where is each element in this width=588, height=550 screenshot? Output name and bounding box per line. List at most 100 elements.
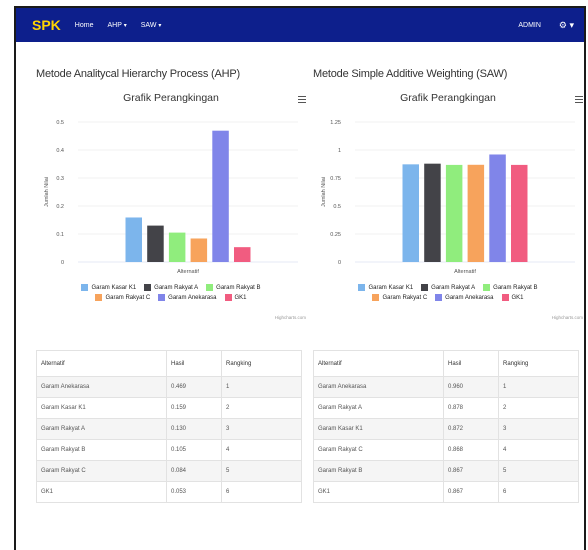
saw-chart-credit: Highcharts.com bbox=[551, 315, 583, 320]
nav-ahp-label: AHP bbox=[107, 21, 122, 29]
legend-label: Garam Rakyat A bbox=[154, 284, 199, 291]
legend-label: Garam Rakyat B bbox=[493, 284, 538, 291]
legend-label: Garam Anekarasa bbox=[445, 294, 494, 301]
cell-hasil: 0.960 bbox=[443, 376, 499, 398]
bar[interactable] bbox=[445, 164, 463, 262]
cell-hasil: 0.084 bbox=[166, 460, 222, 482]
col-rangking: Rangking bbox=[221, 350, 302, 377]
table-row: Garam Anekarasa 0.960 1 bbox=[313, 376, 579, 398]
bar[interactable] bbox=[511, 164, 528, 262]
caret-down-icon: ▾ bbox=[158, 22, 162, 29]
legend-item[interactable]: Garam Anekarasa bbox=[435, 294, 494, 301]
table-row: Garam Rakyat A 0.878 2 bbox=[313, 397, 579, 419]
cell-hasil: 0.159 bbox=[166, 397, 222, 419]
bar[interactable] bbox=[234, 247, 251, 262]
bar[interactable] bbox=[212, 130, 229, 262]
bar[interactable] bbox=[190, 238, 208, 262]
legend-swatch bbox=[95, 294, 103, 301]
x-axis-title: Alternatif bbox=[454, 269, 476, 275]
legend-swatch bbox=[158, 294, 166, 301]
y-tick-label: 0 bbox=[338, 260, 341, 266]
cell-alternatif: Garam Rakyat C bbox=[36, 460, 167, 482]
table-row: Garam Kasar K1 0.872 3 bbox=[313, 418, 579, 440]
legend-label: GK1 bbox=[234, 294, 247, 301]
cell-rangking: 4 bbox=[221, 439, 302, 461]
cell-rangking: 5 bbox=[498, 460, 579, 482]
legend-item[interactable]: Garam Rakyat A bbox=[421, 284, 475, 291]
cell-hasil: 0.878 bbox=[443, 397, 499, 419]
cell-rangking: 6 bbox=[221, 481, 302, 503]
cell-hasil: 0.868 bbox=[443, 439, 499, 461]
table-row: Garam Rakyat C 0.868 4 bbox=[313, 439, 579, 461]
bar[interactable] bbox=[168, 232, 186, 262]
col-hasil: Hasil bbox=[443, 350, 499, 377]
cell-rangking: 6 bbox=[498, 481, 579, 503]
legend-item[interactable]: Garam Rakyat B bbox=[206, 284, 261, 291]
nav-saw-dropdown[interactable]: SAW ▾ bbox=[141, 22, 162, 29]
bar[interactable] bbox=[147, 225, 164, 262]
table-row: Garam Kasar K1 0.159 2 bbox=[36, 397, 302, 419]
legend-label: GK1 bbox=[511, 294, 524, 301]
legend-row: Garam Kasar K1 Garam Rakyat A Garam Rakyat… bbox=[36, 284, 306, 291]
table-row: Garam Rakyat A 0.130 3 bbox=[36, 418, 302, 440]
legend-label: Garam Rakyat A bbox=[431, 284, 476, 291]
y-tick-label: 0.5 bbox=[333, 204, 341, 210]
bar[interactable] bbox=[467, 164, 485, 262]
legend-swatch bbox=[358, 284, 366, 291]
user-menu[interactable]: ADMIN bbox=[518, 22, 541, 29]
bar[interactable] bbox=[424, 163, 441, 262]
ahp-section-title: Metode Analitycal Hierarchy Process (AHP… bbox=[36, 68, 240, 80]
nav-home[interactable]: Home bbox=[75, 22, 94, 29]
legend-item[interactable]: Garam Anekarasa bbox=[158, 294, 217, 301]
legend-item[interactable]: Garam Rakyat C bbox=[372, 294, 427, 301]
legend-item[interactable]: GK1 bbox=[501, 294, 524, 301]
legend-swatch bbox=[483, 284, 491, 291]
app-frame: SPK Home AHP ▾ SAW ▾ ADMIN ⚙ ▾ Metode An… bbox=[14, 6, 586, 550]
y-tick-label: 0.75 bbox=[330, 176, 341, 182]
cell-hasil: 0.105 bbox=[166, 439, 222, 461]
legend-row: Garam Rakyat C Garam Anekarasa GK1 bbox=[36, 294, 306, 301]
saw-chart-legend: Garam Kasar K1 Garam Rakyat A Garam Rakyat… bbox=[313, 284, 583, 304]
cell-alternatif: Garam Rakyat B bbox=[313, 460, 444, 482]
ahp-chart-credit: Highcharts.com bbox=[274, 315, 306, 320]
nav-right: ADMIN ⚙ ▾ bbox=[518, 8, 574, 42]
cell-alternatif: Garam Rakyat C bbox=[313, 439, 444, 461]
legend-item[interactable]: Garam Kasar K1 bbox=[81, 284, 136, 291]
col-alternatif: Alternatif bbox=[313, 350, 444, 377]
ahp-panel: Metode Analitycal Hierarchy Process (AHP… bbox=[36, 68, 306, 503]
navbar: SPK Home AHP ▾ SAW ▾ ADMIN ⚙ ▾ bbox=[16, 8, 584, 42]
legend-label: Garam Rakyat C bbox=[105, 294, 151, 301]
table-header: Alternatif Hasil Rangking bbox=[313, 350, 579, 377]
legend-item[interactable]: GK1 bbox=[224, 294, 247, 301]
legend-item[interactable]: Garam Rakyat C bbox=[95, 294, 150, 301]
legend-label: Garam Rakyat C bbox=[382, 294, 428, 301]
cell-alternatif: Garam Kasar K1 bbox=[36, 397, 167, 419]
saw-chart-svg: 0 0.25 0.5 0.75 1 1.25 Jumlah Nilai Alternatif bbox=[321, 120, 575, 275]
caret-down-icon: ▾ bbox=[123, 22, 127, 29]
legend-label: Garam Kasar K1 bbox=[91, 284, 137, 291]
cell-hasil: 0.867 bbox=[443, 460, 499, 482]
cell-rangking: 5 bbox=[221, 460, 302, 482]
legend-item[interactable]: Garam Kasar K1 bbox=[358, 284, 413, 291]
nav-ahp-dropdown[interactable]: AHP ▾ bbox=[107, 22, 126, 29]
cell-alternatif: Garam Rakyat A bbox=[36, 418, 167, 440]
cell-hasil: 0.053 bbox=[166, 481, 222, 503]
cell-alternatif: Garam Rakyat B bbox=[36, 439, 167, 461]
table-row: Garam Anekarasa 0.469 1 bbox=[36, 376, 302, 398]
legend-row: Garam Rakyat C Garam Anekarasa GK1 bbox=[313, 294, 583, 301]
legend-item[interactable]: Garam Rakyat A bbox=[144, 284, 198, 291]
legend-swatch bbox=[81, 284, 89, 291]
bar[interactable] bbox=[402, 164, 420, 262]
bar[interactable] bbox=[489, 154, 506, 262]
y-tick-label: 0.4 bbox=[56, 148, 64, 154]
brand-logo[interactable]: SPK bbox=[32, 17, 61, 33]
cell-alternatif: Garam Anekarasa bbox=[36, 376, 167, 398]
cell-rangking: 1 bbox=[221, 376, 302, 398]
nav-saw-label: SAW bbox=[140, 21, 157, 29]
gear-icon[interactable]: ⚙ ▾ bbox=[559, 20, 574, 31]
cell-rangking: 2 bbox=[221, 397, 302, 419]
legend-item[interactable]: Garam Rakyat B bbox=[483, 284, 538, 291]
legend-swatch bbox=[421, 284, 429, 291]
table-row: Garam Rakyat C 0.084 5 bbox=[36, 460, 302, 482]
bar[interactable] bbox=[125, 217, 143, 262]
